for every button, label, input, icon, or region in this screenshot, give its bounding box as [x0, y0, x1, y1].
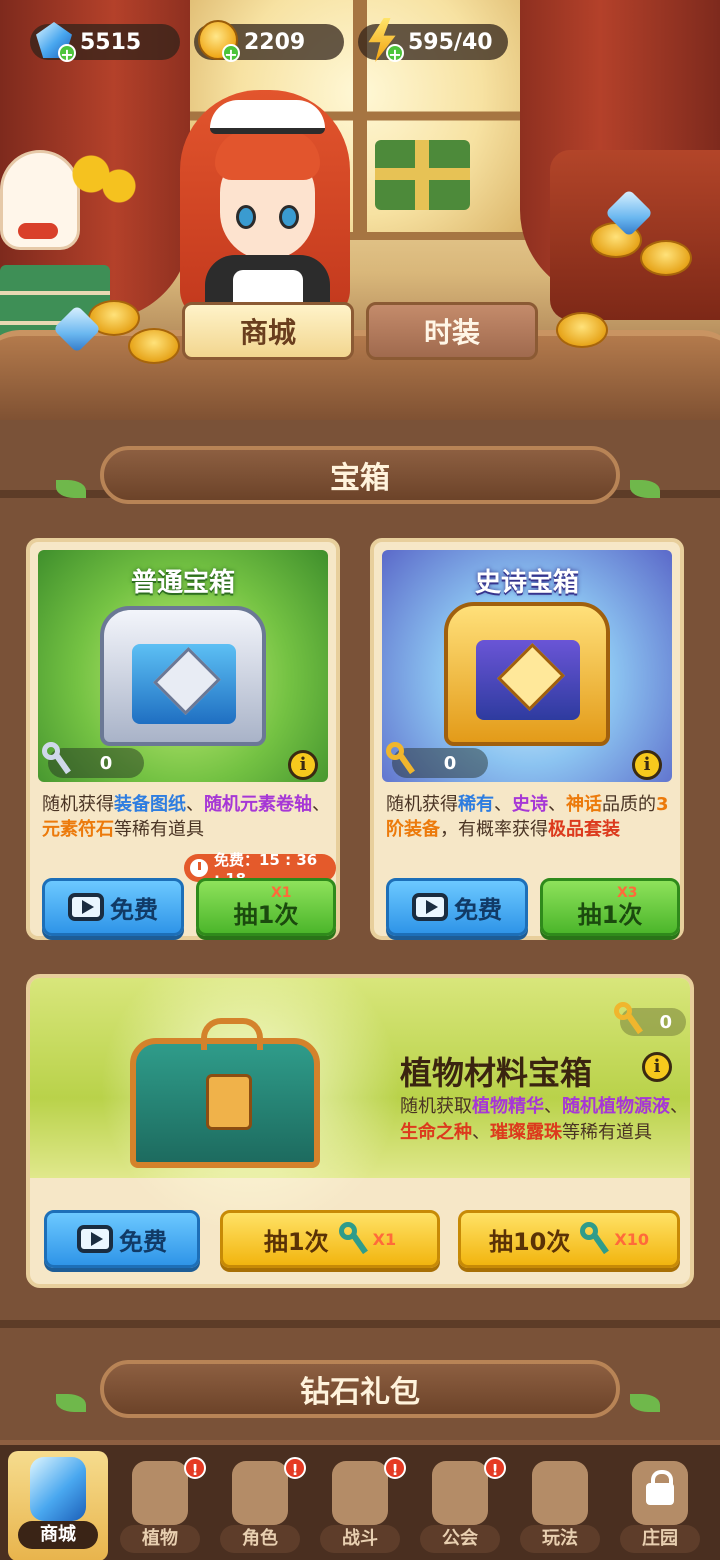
- info-icon[interactable]: i: [632, 750, 662, 780]
- nav-label: 公会: [420, 1525, 500, 1553]
- character-icon: [232, 1461, 288, 1525]
- nav-label: 植物: [120, 1525, 200, 1553]
- gold-key-icon: [386, 742, 415, 776]
- tab-outfit[interactable]: 时装: [366, 302, 538, 360]
- plant-icon: [132, 1461, 188, 1525]
- card-description: 随机获取植物精华、随机植物源液、生命之种、璀璨露珠等稀有道具: [400, 1096, 688, 1143]
- energy-amount: 595/40: [408, 29, 493, 55]
- nav-characters[interactable]: ! 角色: [210, 1455, 310, 1559]
- shop-icon: [30, 1457, 86, 1521]
- plant-chest-icon: [130, 1018, 320, 1168]
- nav-battle[interactable]: ! 战斗: [310, 1455, 410, 1559]
- key-count-value: 0: [443, 752, 457, 774]
- key-count-value: 0: [99, 752, 113, 774]
- castle-icon: [432, 1461, 488, 1525]
- tv-play-icon: [412, 893, 448, 921]
- coin-counter[interactable]: + 2209: [194, 20, 344, 64]
- epic-chest-art: 史诗宝箱 0 i: [382, 550, 672, 782]
- resource-bar: + 5515 + 2209 + 595/40: [30, 18, 508, 64]
- gold-key-icon: [614, 1002, 643, 1036]
- key-count-value: 0: [659, 1011, 672, 1033]
- plant-material-chest-card: 0 植物材料宝箱 i 随机获取植物精华、随机植物源液、生命之种、璀璨露珠等稀有道…: [26, 974, 694, 1288]
- alert-badge: !: [384, 1457, 406, 1479]
- diamond-counter[interactable]: + 5515: [30, 22, 180, 64]
- draw-once-button[interactable]: X1 抽1次: [196, 878, 336, 936]
- silver-chest-icon: [100, 606, 266, 746]
- tab-shop[interactable]: 商城: [182, 302, 354, 360]
- shopkeeper-character: [175, 70, 355, 330]
- plant-key-icon: [338, 1222, 368, 1256]
- diamond-amount: 5515: [80, 29, 142, 55]
- free-watch-ad-button[interactable]: 免费: [44, 1210, 200, 1268]
- energy-counter[interactable]: + 595/40: [358, 18, 508, 64]
- section-title: 钻石礼包: [300, 1375, 420, 1410]
- coin-icon: [556, 312, 608, 348]
- nav-label: 庄园: [620, 1525, 700, 1553]
- draw-once-button[interactable]: 抽1次 X1: [220, 1210, 440, 1268]
- tv-play-icon: [68, 893, 104, 921]
- section-title-chests: 宝箱: [100, 446, 620, 504]
- nav-label: 战斗: [320, 1525, 400, 1553]
- key-multiplier: X1: [372, 1229, 397, 1249]
- card-title: 史诗宝箱: [474, 568, 579, 598]
- clock-icon: [190, 859, 208, 877]
- button-label: 免费: [119, 1227, 167, 1256]
- draw-once-button[interactable]: X3 抽1次: [540, 878, 680, 936]
- nav-gameplay[interactable]: 玩法: [510, 1455, 610, 1559]
- shop-counter: [0, 330, 720, 420]
- coin-icon: [128, 328, 180, 364]
- button-label: 免费: [110, 895, 158, 924]
- info-icon[interactable]: i: [642, 1052, 672, 1082]
- nav-label: 商城: [18, 1521, 98, 1549]
- silver-key-icon: [42, 742, 71, 776]
- add-diamond-icon[interactable]: +: [58, 44, 76, 64]
- key-multiplier: X10: [614, 1229, 649, 1249]
- card-title: 植物材料宝箱: [400, 1054, 593, 1092]
- nav-label: 玩法: [520, 1525, 600, 1553]
- add-coin-icon[interactable]: +: [222, 44, 240, 64]
- add-energy-icon[interactable]: +: [386, 44, 404, 64]
- card-description: 随机获得装备图纸、随机元素卷轴、元素符石等稀有道具: [42, 794, 330, 840]
- key-count: 0: [42, 742, 144, 778]
- free-watch-ad-button[interactable]: 免费: [386, 878, 528, 936]
- draw-ten-button[interactable]: 抽10次 X10: [458, 1210, 680, 1268]
- lock-icon: [646, 1470, 674, 1505]
- alert-badge: !: [184, 1457, 206, 1479]
- gift-box: [375, 140, 470, 210]
- card-title: 普通宝箱: [130, 568, 235, 598]
- divider: [0, 1320, 720, 1328]
- nav-manor[interactable]: 庄园: [610, 1455, 710, 1559]
- windmill-icon: [332, 1461, 388, 1525]
- button-label: 抽1次: [263, 1227, 329, 1256]
- button-label: 免费: [454, 895, 502, 924]
- tv-play-icon: [77, 1225, 113, 1253]
- nav-shop[interactable]: 商城: [8, 1451, 108, 1560]
- card-description: 随机获得稀有、史诗、神话品质的3阶装备，有概率获得极品套装: [386, 794, 669, 840]
- key-count: 0: [386, 742, 488, 778]
- nav-plants[interactable]: ! 植物: [110, 1455, 210, 1559]
- plant-key-icon: [580, 1222, 610, 1256]
- creature-icon: [532, 1461, 588, 1525]
- bottom-nav: 商城 ! 植物 ! 角色 ! 战斗 ! 公会 玩法 庄园: [0, 1440, 720, 1560]
- gold-chest-icon: [444, 602, 610, 746]
- key-count: 0: [614, 1002, 686, 1036]
- epic-chest-card: 史诗宝箱 0 i 随机获得稀有、史诗、神话品质的3阶装备，有概率获得极品套装 免…: [370, 538, 684, 940]
- alert-badge: !: [484, 1457, 506, 1479]
- button-label: 抽10次: [488, 1227, 571, 1256]
- coin-amount: 2209: [244, 29, 306, 55]
- alert-badge: !: [284, 1457, 306, 1479]
- common-chest-art: 普通宝箱 0 i: [38, 550, 328, 782]
- key-multiplier: X1: [271, 885, 292, 901]
- key-multiplier: X3: [617, 885, 638, 901]
- section-title: 宝箱: [330, 461, 390, 496]
- flower-pot: [70, 150, 140, 210]
- lucky-cat-figurine: [0, 150, 80, 250]
- nav-guild[interactable]: ! 公会: [410, 1455, 510, 1559]
- coin-icon: [640, 240, 692, 276]
- info-icon[interactable]: i: [288, 750, 318, 780]
- nav-label: 角色: [220, 1525, 300, 1553]
- common-chest-card: 普通宝箱 0 i 随机获得装备图纸、随机元素卷轴、元素符石等稀有道具 免费：15…: [26, 538, 340, 940]
- section-title-diamond-pack: 钻石礼包: [100, 1360, 620, 1418]
- free-watch-ad-button[interactable]: 免费: [42, 878, 184, 936]
